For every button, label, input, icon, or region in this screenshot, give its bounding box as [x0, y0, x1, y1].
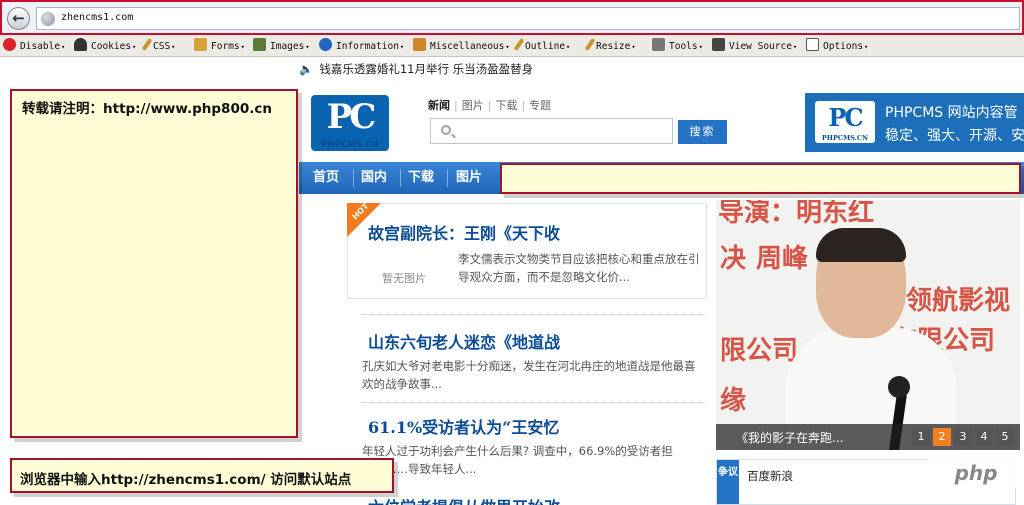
article-title[interactable]: 故宫副院长：王刚《天下收	[368, 220, 560, 244]
web-developer-toolbar: Disable▾ Cookies▾ CSS▾ Forms▾ Images▾ In…	[0, 35, 1024, 57]
toolbar-outline[interactable]: Outline▾	[513, 38, 570, 54]
article-summary: 年轻人过于功利会产生什么后果? 调查中，66.9%的受访者担心，……导致年轻人.…	[362, 444, 673, 476]
view-source-icon	[712, 38, 725, 51]
forms-icon	[194, 38, 207, 51]
search-button[interactable]: 搜索	[678, 120, 727, 144]
watermark: php	[928, 458, 1024, 488]
ad-banner[interactable]: PC PHPCMS.CN PHPCMS 网站内容管 稳定、强大、开源、安	[805, 93, 1024, 152]
news-ticker[interactable]: 🔈 钱嘉乐透露婚礼11月举行 乐当汤盈盈替身	[299, 60, 533, 78]
toolbar-view-source[interactable]: View Source▾	[712, 38, 797, 54]
toolbar-tools[interactable]: Tools▾	[652, 38, 703, 54]
search-tab-topics[interactable]: 专题	[529, 99, 551, 112]
slide-page-5[interactable]: 5	[996, 428, 1014, 446]
globe-icon	[41, 12, 55, 26]
nav-downloads[interactable]: 下载	[408, 162, 434, 194]
slide-page-2[interactable]: 2	[933, 428, 951, 446]
article-title[interactable]: 山东六旬老人迷恋《地道战	[368, 329, 560, 353]
banner-title: PHPCMS 网站内容管	[885, 105, 1018, 121]
nav-domestic[interactable]: 国内	[361, 162, 387, 194]
speaker-photo	[786, 228, 956, 450]
slide-page-4[interactable]: 4	[975, 428, 993, 446]
url-input[interactable]: zhencms1.com	[36, 7, 1020, 30]
tools-icon	[652, 38, 665, 51]
nav-home[interactable]: 首页	[313, 162, 339, 194]
toolbar-options[interactable]: Options▾	[806, 38, 868, 54]
logo-caption: PHPCMS.CN	[321, 140, 379, 150]
debate-tag: 争议	[717, 460, 739, 504]
toolbar-images[interactable]: Images▾	[253, 38, 310, 54]
address-bar: ← zhencms1.com	[0, 0, 1024, 35]
url-text: zhencms1.com	[61, 12, 134, 23]
images-icon	[253, 38, 266, 51]
disable-icon	[3, 38, 16, 51]
search-tab-downloads[interactable]: 下载	[495, 99, 517, 112]
toolbar-resize[interactable]: Resize▾	[584, 38, 636, 54]
article-title[interactable]: 61.1%受访者认为“王安忆	[368, 414, 559, 438]
search-tab-news[interactable]: 新闻	[428, 99, 450, 112]
resize-icon	[584, 38, 596, 51]
search-input[interactable]	[430, 118, 673, 144]
css-icon	[141, 38, 153, 51]
outline-icon	[513, 38, 525, 51]
annotation-note-top: 转载请注明：http://www.php800.cn	[10, 89, 298, 438]
toolbar-disable[interactable]: Disable▾	[3, 38, 65, 54]
featured-slideshow[interactable]: 导演：明东红 决 周峰 领航影视 有限公司 限公司 缘	[716, 200, 1020, 450]
slideshow-caption[interactable]: 《我的影子在奔跑...	[736, 429, 843, 446]
image-placeholder: 暂无图片	[382, 272, 426, 285]
search-tabs: 新闻 | 图片 | 下载 | 专题	[428, 99, 552, 112]
options-icon	[806, 38, 819, 51]
back-arrow-icon[interactable]: ←	[7, 7, 30, 30]
slide-page-1[interactable]: 1	[912, 428, 930, 446]
debate-link[interactable]: 百度新浪	[747, 468, 793, 484]
toolbar-information[interactable]: Information▾	[319, 38, 404, 54]
speaker-icon: 🔈	[299, 62, 314, 76]
article-summary: 李文儒表示文物类节目应该把核心和重点放在引导观众方面，而不是忽略文化价...	[458, 252, 700, 284]
search-tab-images[interactable]: 图片	[462, 99, 484, 112]
slide-page-3[interactable]: 3	[954, 428, 972, 446]
miscellaneous-icon	[413, 38, 426, 51]
toolbar-cookies[interactable]: Cookies▾	[74, 38, 136, 54]
annotation-note-nav	[500, 163, 1021, 194]
nav-images[interactable]: 图片	[456, 162, 482, 194]
toolbar-miscellaneous[interactable]: Miscellaneous▾	[413, 38, 510, 54]
article-summary: 孔庆如大爷对老电影十分痴迷，发生在河北冉庄的地道战是他最喜欢的战争故事...	[362, 359, 696, 391]
banner-subtitle: 稳定、强大、开源、安	[885, 128, 1024, 144]
cookies-icon	[74, 38, 87, 51]
toolbar-css[interactable]: CSS▾	[141, 38, 175, 54]
toolbar-forms[interactable]: Forms▾	[194, 38, 245, 54]
search-icon	[441, 125, 451, 135]
slideshow-caption-bar: 《我的影子在奔跑... 1 2 3 4 5	[716, 424, 1020, 450]
information-icon	[319, 38, 332, 51]
banner-logo: PC PHPCMS.CN	[815, 101, 875, 143]
annotation-note-bottom: 浏览器中输入http://zhencms1.com/ 访问默认站点	[10, 458, 394, 493]
